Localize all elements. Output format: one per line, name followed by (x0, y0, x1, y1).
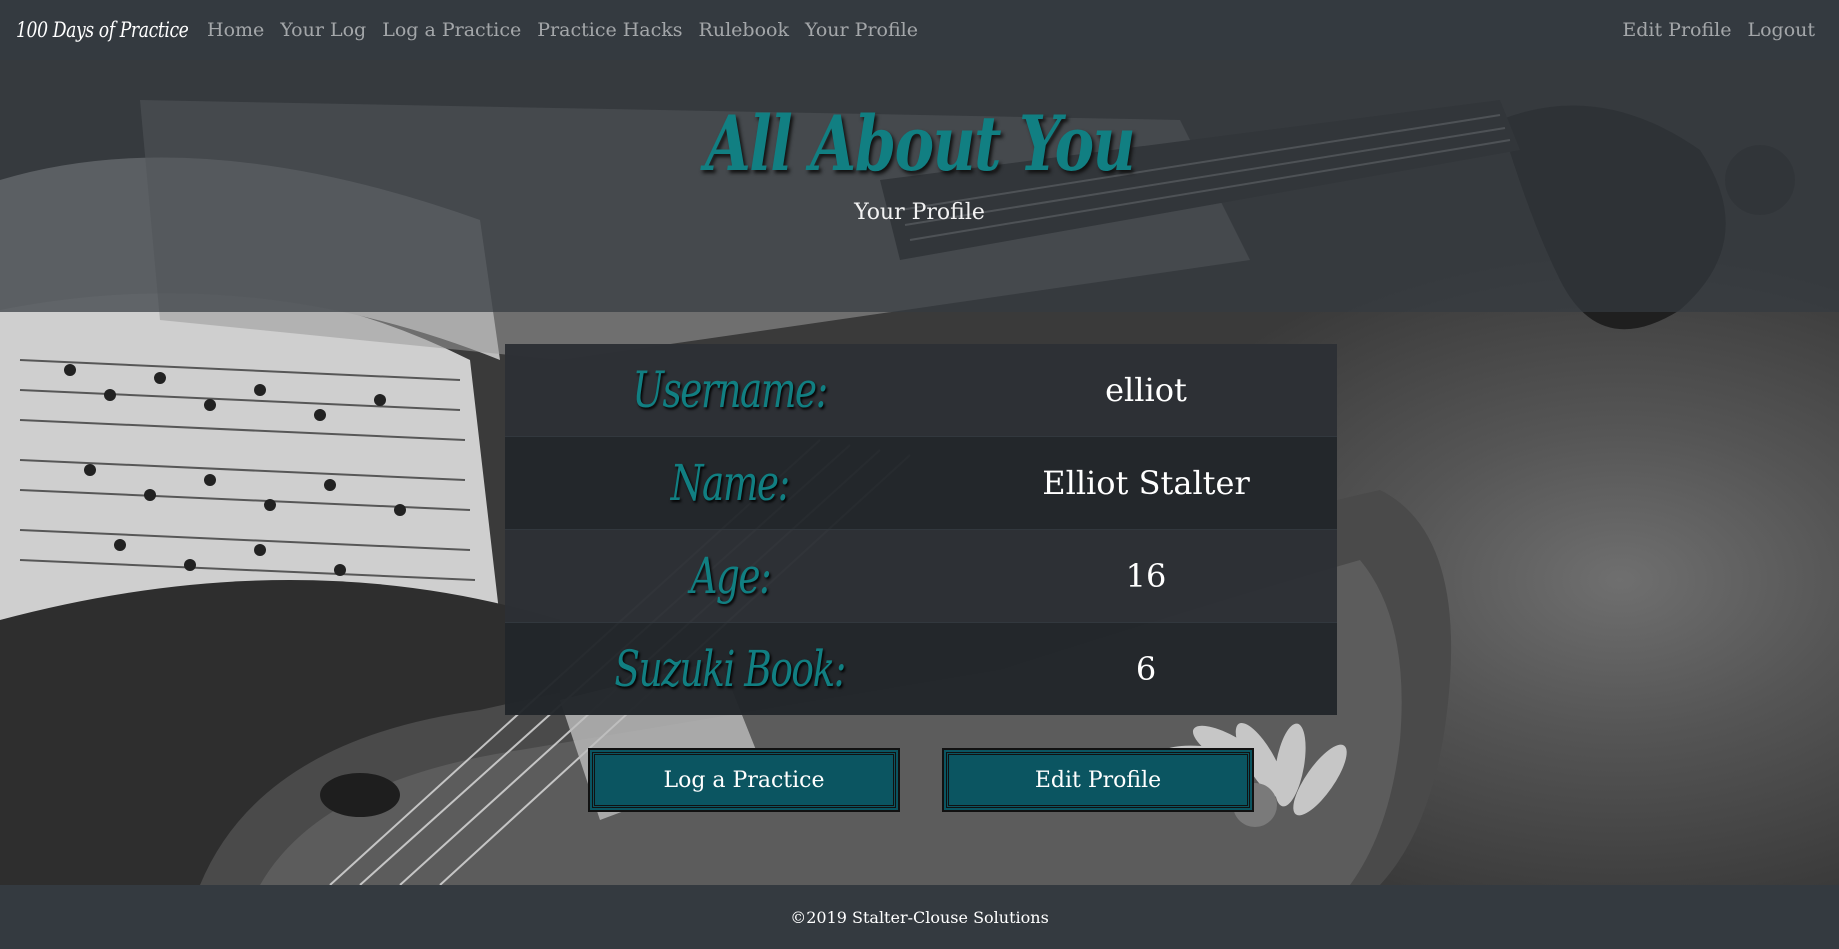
name-label: Name: (505, 436, 955, 530)
edit-profile-button[interactable]: Edit Profile (946, 752, 1250, 808)
nav-link-edit-profile[interactable]: Edit Profile (1622, 19, 1731, 41)
age-label: Age: (505, 529, 955, 623)
nav-links: Home Your Log Log a Practice Practice Ha… (199, 19, 926, 41)
nav-link-your-profile[interactable]: Your Profile (805, 19, 918, 41)
brand-logo[interactable]: 100 Days of Practice (16, 18, 189, 42)
nav-link-home[interactable]: Home (207, 19, 264, 41)
nav-link-rulebook[interactable]: Rulebook (699, 19, 789, 41)
table-row: Name: Elliot Stalter (505, 436, 1337, 530)
age-value: 16 (955, 529, 1337, 623)
nav-link-your-log[interactable]: Your Log (280, 19, 366, 41)
log-practice-button[interactable]: Log a Practice (592, 752, 896, 808)
copyright-text: ©2019 Stalter-Clouse Solutions (790, 907, 1049, 927)
username-value: elliot (955, 344, 1337, 437)
table-row: Suzuki Book: 6 (505, 622, 1337, 715)
page-title: All About You (704, 99, 1136, 188)
profile-table: Username: elliot Name: Elliot Stalter Ag… (505, 344, 1337, 715)
table-row: Username: elliot (505, 344, 1337, 437)
name-value: Elliot Stalter (955, 436, 1337, 530)
navbar: 100 Days of Practice Home Your Log Log a… (0, 0, 1839, 60)
suzuki-book-value: 6 (955, 622, 1337, 715)
suzuki-book-label: Suzuki Book: (505, 622, 955, 715)
page-subtitle: Your Profile (854, 200, 985, 225)
table-row: Age: 16 (505, 529, 1337, 623)
footer: ©2019 Stalter-Clouse Solutions (0, 885, 1839, 949)
nav-link-log-a-practice[interactable]: Log a Practice (382, 19, 521, 41)
username-label: Username: (505, 344, 955, 437)
nav-link-logout[interactable]: Logout (1747, 19, 1815, 41)
nav-right: Edit Profile Logout (1614, 19, 1823, 41)
hero-banner: All About You Your Profile (0, 60, 1839, 312)
nav-link-practice-hacks[interactable]: Practice Hacks (537, 19, 682, 41)
page: 100 Days of Practice Home Your Log Log a… (0, 0, 1839, 949)
